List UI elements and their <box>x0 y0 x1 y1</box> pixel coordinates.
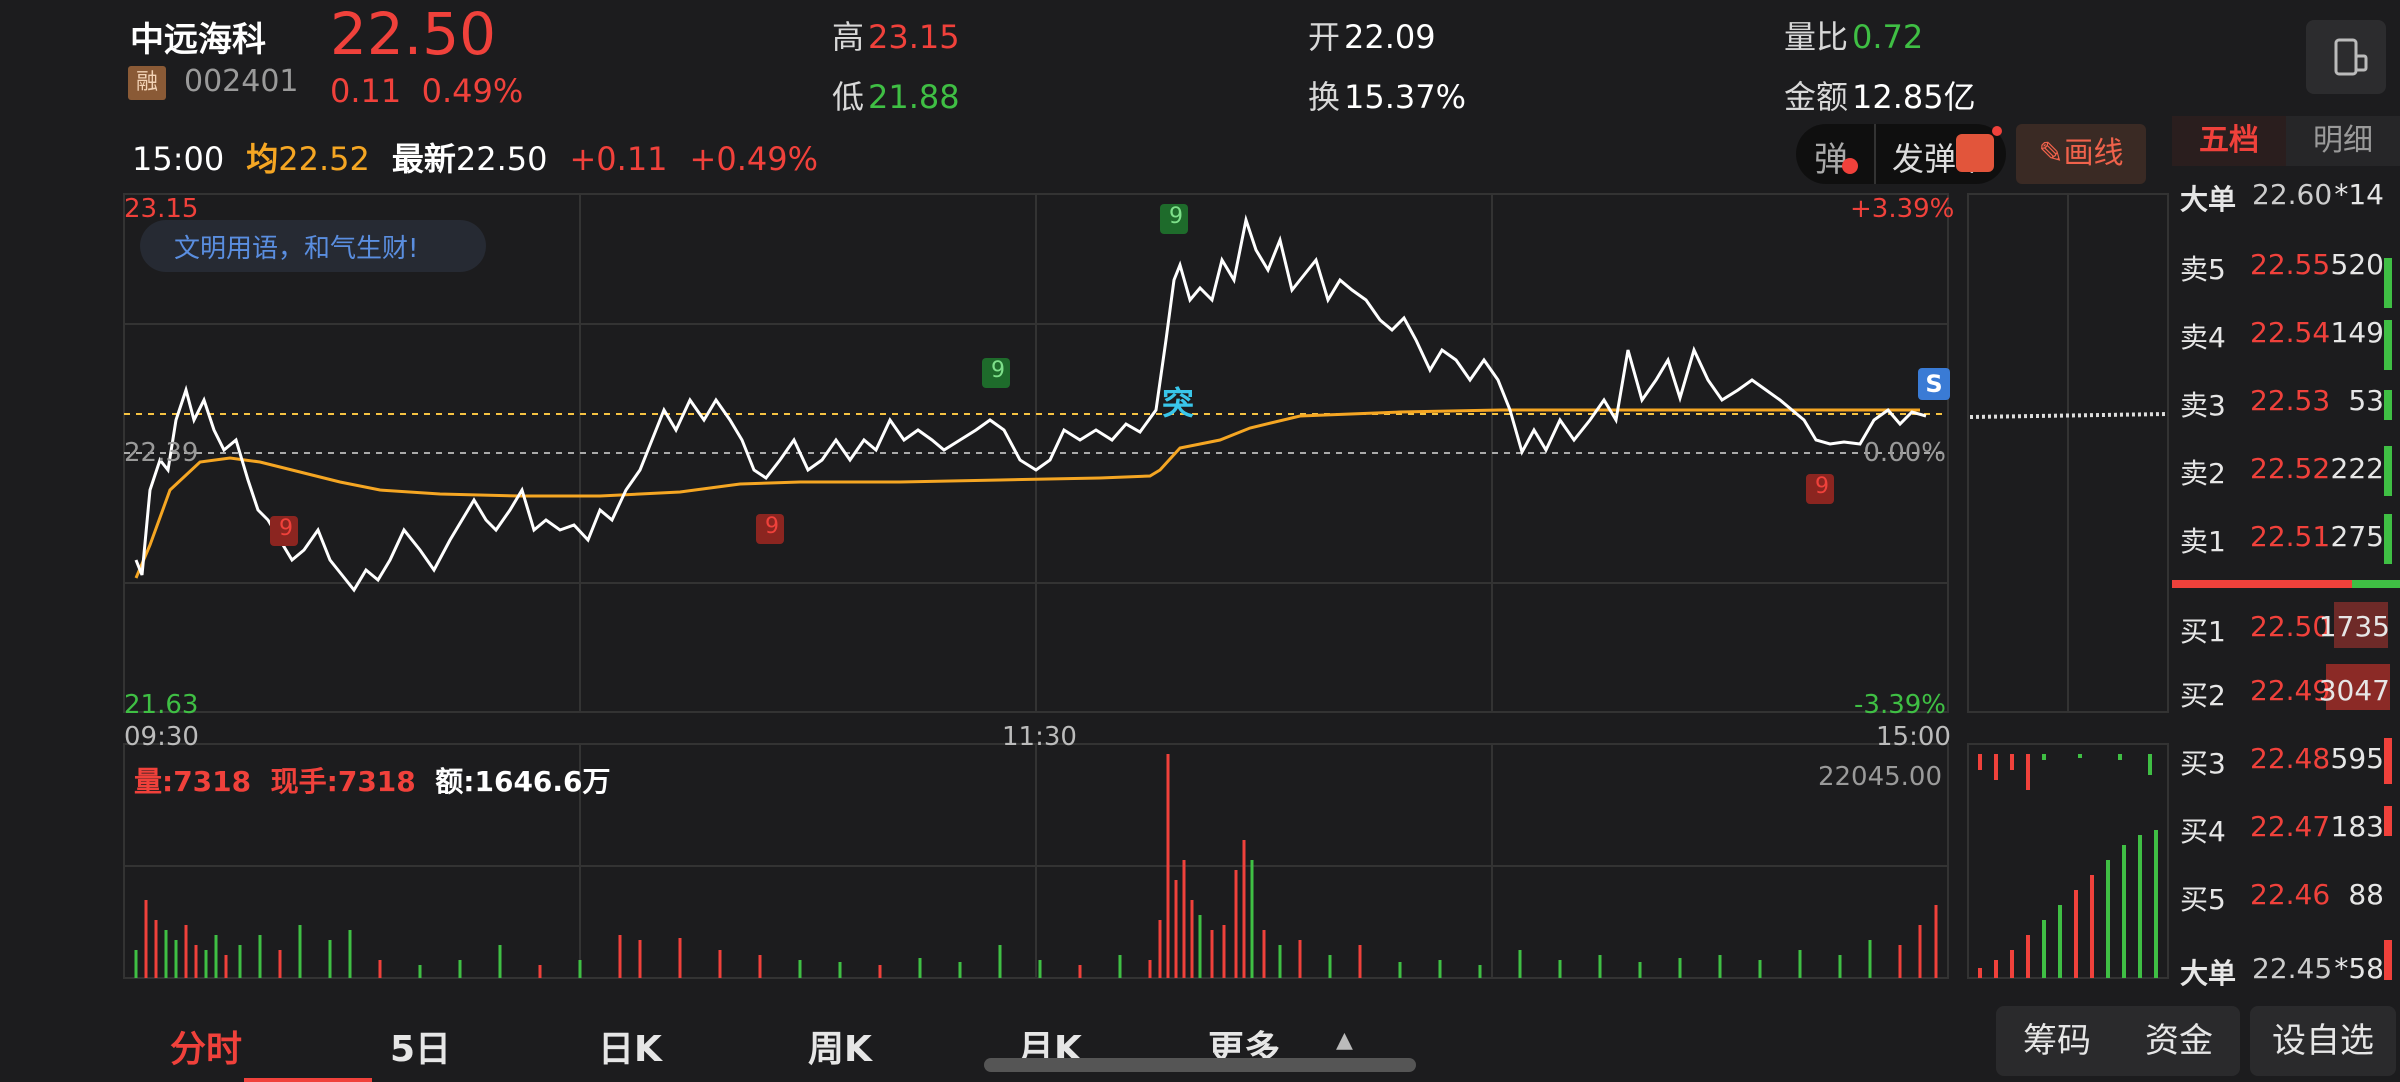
big-sell-price: 22.60 <box>2252 178 2333 211</box>
bid-label: 买2 <box>2180 679 2226 712</box>
big-buy-price: 22.45 <box>2252 952 2333 985</box>
bid-ratio-bar <box>2172 580 2352 588</box>
y-axis-bottom: 21.63 <box>124 690 199 720</box>
signal-s-label: S <box>1925 370 1943 398</box>
volume-max-label: 22045.00 <box>1817 762 1942 792</box>
ask-ratio-bar <box>2352 580 2400 588</box>
bid-price: 22.46 <box>2250 878 2331 911</box>
tab-daily-k[interactable]: 日K <box>598 1020 662 1072</box>
bid-vol: 88 <box>2348 878 2384 911</box>
bid-label: 买1 <box>2180 615 2226 648</box>
horizontal-scrollbar[interactable] <box>984 1058 1416 1072</box>
bid-row: 买5 22.46 88 <box>2180 878 2400 922</box>
big-buy-label: 大单 <box>2180 957 2237 990</box>
bid-label: 买3 <box>2180 747 2226 780</box>
tab-intraday[interactable]: 分时 <box>170 1020 242 1072</box>
big-sell-vol: *14 <box>2334 178 2384 211</box>
ask-price: 22.54 <box>2250 316 2331 349</box>
bid-row: 买2 22.49 3047 <box>2180 674 2400 718</box>
pct-axis-bottom: -3.39% <box>1854 690 1946 720</box>
ask-row: 卖4 22.54 149 <box>2180 316 2400 360</box>
chat-banner[interactable]: 文明用语，和气生财! <box>140 220 486 272</box>
bid-vol: 1735 <box>2318 610 2390 643</box>
big-sell-label: 大单 <box>2180 183 2237 216</box>
ask-vol: 275 <box>2330 520 2384 553</box>
bid-row: 买1 22.50 1735 <box>2180 610 2400 654</box>
volume-info: 量:7318 现手:7318 额:1646.6万 <box>134 760 611 800</box>
intraday-chart[interactable] <box>0 0 2400 1080</box>
bid-vol: 183 <box>2330 810 2384 843</box>
current-hand-label: 现手:7318 <box>270 765 416 798</box>
ask-vol: 53 <box>2348 384 2384 417</box>
ask-row: 卖1 22.51 275 <box>2180 520 2400 564</box>
ask-vol: 149 <box>2330 316 2384 349</box>
bid-label: 买5 <box>2180 883 2226 916</box>
avg-price-line <box>134 408 1920 579</box>
ask-vol: 520 <box>2330 248 2384 281</box>
breakout-marker: 突 <box>1162 384 1195 422</box>
bid-row: 买4 22.47 183 <box>2180 810 2400 854</box>
pct-axis-mid: 0.00% <box>1863 438 1946 468</box>
x-axis-end: 15:00 <box>1876 722 1951 752</box>
bid-price: 22.48 <box>2250 742 2331 775</box>
tab-detail[interactable]: 明细 <box>2286 116 2400 166</box>
price-line <box>134 214 1927 593</box>
td-nine-label: 9 <box>279 516 293 541</box>
y-axis-top: 23.15 <box>124 194 199 224</box>
ask-label: 卖1 <box>2180 525 2226 558</box>
capital-flow-button[interactable]: 资金 <box>2118 1006 2240 1076</box>
tab-weekly-k[interactable]: 周K <box>808 1020 872 1072</box>
ask-row: 卖5 22.55 520 <box>2180 248 2400 292</box>
td-nine-label: 9 <box>1169 204 1183 229</box>
ask-price: 22.52 <box>2250 452 2331 485</box>
ask-row: 卖2 22.52 222 <box>2180 452 2400 496</box>
big-sell-row: 大单 22.60 *14 <box>2180 178 2400 222</box>
price-grid <box>123 193 2169 979</box>
tab-five-levels[interactable]: 五档 <box>2172 116 2286 166</box>
amount-label-vol: 额:1646.6万 <box>435 765 611 798</box>
book-tabs: 五档 明细 <box>2172 116 2400 166</box>
mini-depth-bars <box>1978 754 2158 978</box>
ask-label: 卖3 <box>2180 389 2226 422</box>
y-axis-mid: 22.39 <box>124 438 199 468</box>
bid-vol: 3047 <box>2318 674 2390 707</box>
ask-label: 卖4 <box>2180 321 2226 354</box>
bid-vol: 595 <box>2330 742 2384 775</box>
ask-label: 卖2 <box>2180 457 2226 490</box>
active-tab-indicator <box>244 1078 372 1082</box>
ask-vol: 222 <box>2330 452 2384 485</box>
ask-price: 22.53 <box>2250 384 2331 417</box>
ask-row: 卖3 22.53 53 <box>2180 384 2400 428</box>
chat-banner-text: 文明用语，和气生财! <box>174 234 419 264</box>
td-nine-label: 9 <box>1815 474 1829 499</box>
big-buy-row: 大单 22.45 *58 <box>2180 952 2400 996</box>
big-buy-vol: *58 <box>2334 952 2384 985</box>
bid-price: 22.47 <box>2250 810 2331 843</box>
chip-distribution-button[interactable]: 筹码 <box>1996 1006 2118 1076</box>
td-nine-label: 9 <box>991 358 1005 383</box>
ask-price: 22.55 <box>2250 248 2331 281</box>
x-axis-mid: 11:30 <box>1002 722 1077 752</box>
add-watchlist-button[interactable]: 设自选 <box>2250 1006 2396 1076</box>
ask-label: 卖5 <box>2180 253 2226 286</box>
bid-label: 买4 <box>2180 815 2226 848</box>
bid-row: 买3 22.48 595 <box>2180 742 2400 786</box>
pct-axis-top: +3.39% <box>1850 194 1955 224</box>
td-nine-label: 9 <box>765 514 779 539</box>
tab-5day[interactable]: 5日 <box>390 1020 451 1072</box>
volume-label: 量:7318 <box>134 765 252 798</box>
x-axis-start: 09:30 <box>124 722 199 752</box>
ask-price: 22.51 <box>2250 520 2331 553</box>
caret-up-icon[interactable]: ▲ <box>1336 1028 1353 1053</box>
